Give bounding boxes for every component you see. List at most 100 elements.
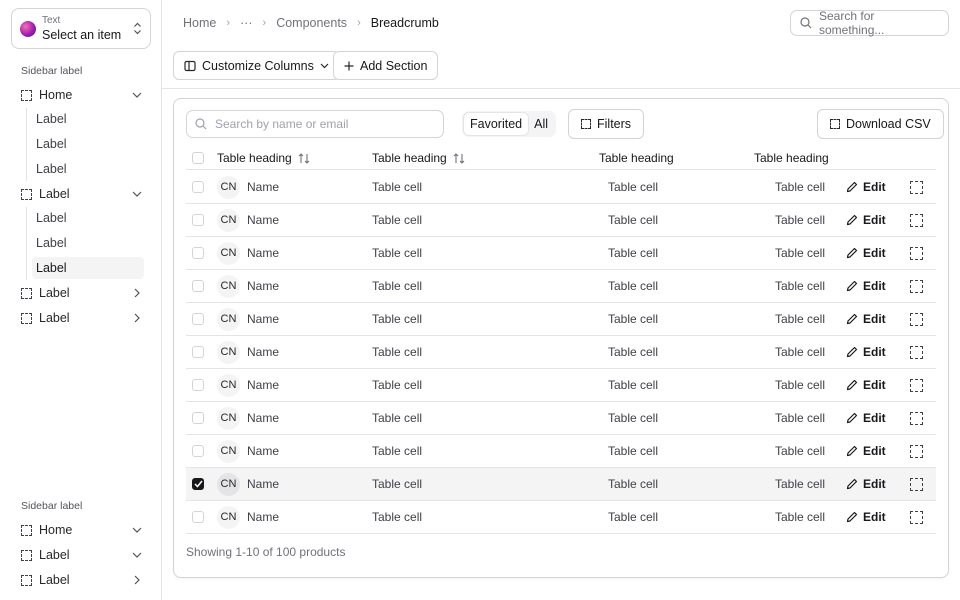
row-checkbox[interactable] [192, 478, 204, 490]
table-row[interactable]: CN Name Table cell Table cell Table cell Edit [186, 270, 936, 303]
table-body: CN Name Table cell Table cell Table cell Edit… [186, 171, 936, 534]
column-header-label: Table heading [599, 151, 674, 165]
table-cell: Table cell [372, 411, 423, 425]
columns-icon [184, 60, 196, 72]
add-section-button[interactable]: Add Section [333, 51, 439, 80]
table-row[interactable]: CN Name Table cell Table cell Table cell Edit [186, 336, 936, 369]
row-action-icon[interactable] [910, 378, 923, 392]
avatar: CN [217, 406, 240, 430]
filters-button[interactable]: Filters [568, 109, 645, 139]
chevron-down-icon [320, 63, 329, 69]
edit-button[interactable]: Edit [846, 204, 886, 236]
table-row[interactable]: CN Name Table cell Table cell Table cell Edit [186, 501, 936, 534]
chevrons-up-down-icon [132, 22, 142, 36]
table-row[interactable]: CN Name Table cell Table cell Table cell Edit [186, 468, 936, 501]
segment-favorited[interactable]: Favorited [464, 113, 529, 135]
sidebar-item-label[interactable]: Label [16, 307, 146, 329]
edit-button[interactable]: Edit [846, 270, 886, 302]
table-search-input[interactable]: Search by name or email [186, 110, 444, 138]
edit-label: Edit [863, 510, 886, 524]
placeholder-icon [21, 524, 32, 536]
sidebar-item-label[interactable]: Label [16, 544, 146, 566]
row-checkbox[interactable] [192, 379, 204, 391]
row-action-icon[interactable] [910, 444, 923, 458]
row-action-icon[interactable] [910, 345, 923, 359]
name-cell: Name [247, 312, 280, 326]
table-row[interactable]: CN Name Table cell Table cell Table cell Edit [186, 237, 936, 270]
edit-label: Edit [863, 477, 886, 491]
edit-button[interactable]: Edit [846, 303, 886, 335]
row-action-icon[interactable] [910, 180, 923, 194]
row-action-icon[interactable] [910, 279, 923, 293]
table-cell: Table cell [774, 213, 825, 227]
edit-button[interactable]: Edit [846, 468, 886, 500]
check-icon [193, 480, 203, 488]
table-cell: Table cell [774, 246, 825, 260]
row-checkbox[interactable] [192, 214, 204, 226]
chevron-down-icon [131, 549, 143, 561]
sidebar-subitem[interactable]: Label [32, 158, 144, 180]
edit-button[interactable]: Edit [846, 369, 886, 401]
row-checkbox[interactable] [192, 346, 204, 358]
row-checkbox[interactable] [192, 313, 204, 325]
edit-button[interactable]: Edit [846, 237, 886, 269]
row-checkbox[interactable] [192, 280, 204, 292]
row-action-icon[interactable] [910, 246, 923, 260]
sidebar-subitem[interactable]: Label [32, 108, 144, 130]
row-checkbox[interactable] [192, 412, 204, 424]
table-cell: Table cell [774, 444, 825, 458]
select-all-checkbox[interactable] [192, 152, 204, 164]
sidebar-subitem[interactable]: Label [32, 232, 144, 254]
customize-columns-button[interactable]: Customize Columns [173, 51, 340, 80]
sidebar: Text Select an item Sidebar label Home L… [0, 0, 162, 600]
sidebar-subitem-active[interactable]: Label [32, 257, 144, 279]
column-header[interactable]: Table heading [217, 147, 310, 169]
sidebar-item-home[interactable]: Home [16, 519, 146, 541]
breadcrumb-home[interactable]: Home [183, 16, 216, 30]
table-cell: Table cell [774, 477, 825, 491]
sidebar-item-home[interactable]: Home [16, 84, 146, 106]
table-row[interactable]: CN Name Table cell Table cell Table cell Edit [186, 435, 936, 468]
row-checkbox[interactable] [192, 511, 204, 523]
breadcrumb-ellipsis[interactable]: ··· [240, 16, 253, 30]
sort-icon [453, 152, 465, 164]
edit-button[interactable]: Edit [846, 171, 886, 203]
row-action-icon[interactable] [910, 312, 923, 326]
table-row[interactable]: CN Name Table cell Table cell Table cell Edit [186, 303, 936, 336]
download-csv-button[interactable]: Download CSV [817, 109, 944, 139]
table-cell: Table cell [372, 378, 423, 392]
sidebar-subitem[interactable]: Label [32, 207, 144, 229]
row-action-icon[interactable] [910, 213, 923, 227]
table-row[interactable]: CN Name Table cell Table cell Table cell Edit [186, 171, 936, 204]
row-checkbox[interactable] [192, 181, 204, 193]
sidebar-item-label-text: Label [39, 311, 70, 325]
table-row[interactable]: CN Name Table cell Table cell Table cell Edit [186, 402, 936, 435]
sidebar-item-label[interactable]: Label [16, 569, 146, 591]
edit-button[interactable]: Edit [846, 402, 886, 434]
item-selector[interactable]: Text Select an item [11, 8, 151, 49]
row-action-icon[interactable] [910, 411, 923, 425]
chevron-right-icon: › [357, 17, 361, 29]
edit-button[interactable]: Edit [846, 336, 886, 368]
sidebar-item-label[interactable]: Label [16, 282, 146, 304]
table-cell: Table cell [372, 279, 423, 293]
row-action-icon[interactable] [910, 477, 923, 491]
edit-button[interactable]: Edit [846, 435, 886, 467]
sidebar-subitem[interactable]: Label [32, 133, 144, 155]
segment-all[interactable]: All [528, 113, 554, 135]
name-cell: Name [247, 213, 280, 227]
table-row[interactable]: CN Name Table cell Table cell Table cell Edit [186, 369, 936, 402]
column-header[interactable]: Table heading [372, 147, 465, 169]
row-checkbox[interactable] [192, 247, 204, 259]
global-search-input[interactable]: Search for something... [790, 9, 949, 37]
submenu-line [26, 207, 27, 280]
breadcrumb-components[interactable]: Components [276, 16, 347, 30]
sidebar-item-label-text: Home [39, 523, 73, 537]
sidebar-item-label[interactable]: Label [16, 183, 146, 205]
name-cell: Name [247, 279, 280, 293]
row-checkbox[interactable] [192, 445, 204, 457]
table-row[interactable]: CN Name Table cell Table cell Table cell Edit [186, 204, 936, 237]
row-action-icon[interactable] [910, 510, 923, 524]
placeholder-icon [21, 287, 32, 299]
edit-button[interactable]: Edit [846, 501, 886, 533]
